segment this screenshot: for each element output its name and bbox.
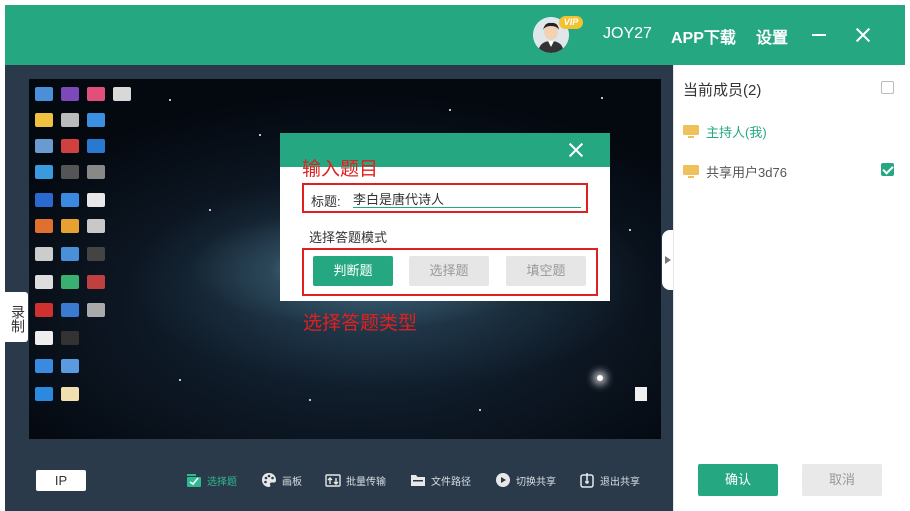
title-input[interactable] <box>353 189 581 208</box>
member-shared-user[interactable]: 共享用户3d76 <box>683 162 787 181</box>
toolbar-folder-label: 文件路径 <box>431 476 471 488</box>
quiz-icon <box>186 472 202 488</box>
desktop-icon <box>87 113 105 127</box>
exit-icon <box>579 472 595 488</box>
ip-button[interactable]: IP <box>36 470 86 491</box>
switch-icon <box>495 472 511 488</box>
star <box>309 399 311 401</box>
desktop-icon <box>61 165 79 179</box>
desktop-icon <box>87 247 105 261</box>
desktop-icon <box>87 219 105 233</box>
desktop-icon <box>61 139 79 153</box>
member-host-label: 主持人(我) <box>706 125 767 140</box>
star <box>449 109 451 111</box>
bright-star <box>597 375 603 381</box>
desktop-icon <box>35 139 53 153</box>
desktop-icon <box>87 193 105 207</box>
desktop-icon <box>35 87 53 101</box>
toolbar-palette-label: 画板 <box>282 476 302 488</box>
monitor-icon <box>683 124 699 139</box>
star <box>601 97 603 99</box>
desktop-icon <box>61 387 79 401</box>
desktop-icon <box>35 303 53 317</box>
desktop-icon <box>87 165 105 179</box>
title-bar: VIP JOY27 APP下载 设置 <box>5 5 905 65</box>
desktop-icon <box>35 193 53 207</box>
record-tab[interactable]: 录制 <box>5 292 28 342</box>
desktop-icon <box>61 219 79 233</box>
desktop-icon <box>61 247 79 261</box>
title-label: 标题: <box>311 194 341 209</box>
desktop-icon <box>35 331 53 345</box>
title-field-highlight: 标题: <box>302 183 588 213</box>
vip-badge: VIP <box>559 16 583 29</box>
bottom-toolbar: IP 选择题 画板 批量传输 文件路径 切换共享 退出共享 <box>5 454 673 511</box>
app-window: VIP JOY27 APP下载 设置 录制 标题: 李白是唐代诗人 选择答题模式… <box>5 5 905 511</box>
desktop-icon <box>61 331 79 345</box>
desktop-icon <box>35 219 53 233</box>
star <box>209 209 211 211</box>
desktop-icon <box>87 303 105 317</box>
toolbar-transfer-label: 批量传输 <box>346 476 386 488</box>
desktop-file-icon <box>635 387 647 401</box>
member-shared-user-label: 共享用户3d76 <box>706 165 787 180</box>
settings-link[interactable]: 设置 <box>756 24 788 48</box>
desktop-icon <box>61 359 79 373</box>
toolbar-quiz-button[interactable]: 选择题 <box>186 470 237 490</box>
toolbar-exit-button[interactable]: 退出共享 <box>579 470 640 490</box>
toolbar-quiz-label: 选择题 <box>207 476 237 488</box>
palette-icon <box>261 472 277 488</box>
desktop-icon <box>35 247 53 261</box>
desktop-icon <box>35 165 53 179</box>
annotation-input-title: 输入题目 <box>302 159 379 180</box>
star <box>179 379 181 381</box>
toolbar-exit-label: 退出共享 <box>600 476 640 488</box>
username[interactable]: JOY27 <box>603 25 652 43</box>
select-all-checkbox[interactable] <box>881 81 894 94</box>
desktop-icon <box>35 275 53 289</box>
dialog-close-icon[interactable] <box>567 141 585 159</box>
star <box>259 134 261 136</box>
desktop-icon <box>35 359 53 373</box>
desktop-icon <box>35 113 53 127</box>
member-host[interactable]: 主持人(我) <box>683 122 767 141</box>
desktop-icon <box>87 87 105 101</box>
star <box>169 99 171 101</box>
desktop-icon <box>87 139 105 153</box>
member-checkbox[interactable] <box>881 163 894 176</box>
app-download-link[interactable]: APP下载 <box>671 24 736 48</box>
toolbar-switch-label: 切换共享 <box>516 476 556 488</box>
toolbar-folder-button[interactable]: 文件路径 <box>410 470 471 490</box>
desktop-icon <box>35 387 53 401</box>
desktop-icon <box>113 87 131 101</box>
desktop-icon <box>61 87 79 101</box>
close-icon[interactable] <box>851 23 875 47</box>
folder-icon <box>410 472 426 488</box>
mode-label: 选择答题模式 <box>309 230 388 245</box>
members-title: 当前成员(2) <box>683 82 762 99</box>
minimize-icon[interactable] <box>807 23 831 47</box>
confirm-button[interactable]: 确认 <box>698 464 778 496</box>
panel-collapse-handle[interactable] <box>662 230 673 290</box>
annotation-choose-type: 选择答题类型 <box>303 313 418 334</box>
toolbar-transfer-button[interactable]: 批量传输 <box>325 470 386 490</box>
fill-blank-button[interactable]: 填空题 <box>506 256 586 286</box>
desktop-icon <box>61 303 79 317</box>
members-panel: 当前成员(2) 主持人(我) 共享用户3d76 确认 取消 <box>673 65 905 511</box>
desktop-icon <box>87 275 105 289</box>
desktop-icon <box>61 275 79 289</box>
mode-selector-highlight: 判断题 选择题 填空题 <box>302 248 598 296</box>
cancel-button[interactable]: 取消 <box>802 464 882 496</box>
star <box>629 229 631 231</box>
desktop-icon <box>61 113 79 127</box>
toolbar-palette-button[interactable]: 画板 <box>261 470 302 490</box>
star <box>479 409 481 411</box>
true-false-button[interactable]: 判断题 <box>313 256 393 286</box>
monitor-icon <box>683 164 699 179</box>
toolbar-switch-button[interactable]: 切换共享 <box>495 470 556 490</box>
multiple-choice-button[interactable]: 选择题 <box>409 256 489 286</box>
transfer-icon <box>325 472 341 488</box>
desktop-icon <box>61 193 79 207</box>
